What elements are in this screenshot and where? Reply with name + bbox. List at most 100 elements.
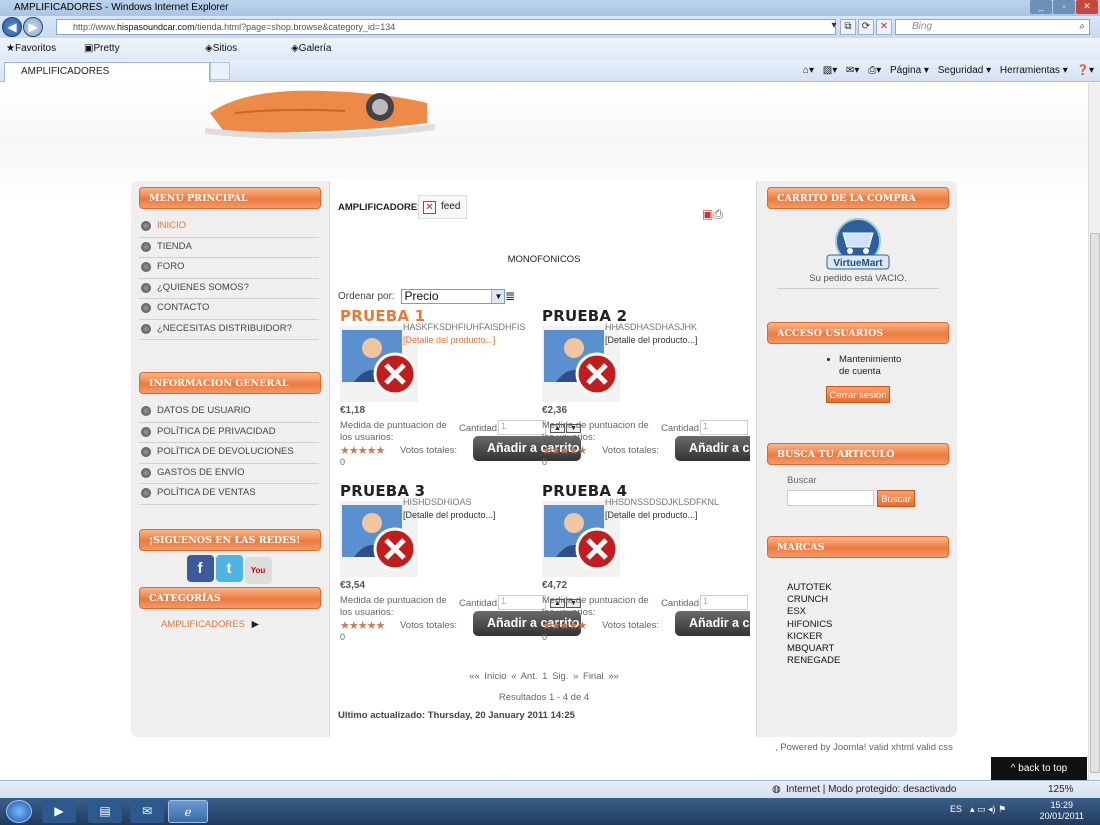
new-tab-button[interactable] [210, 62, 230, 80]
search-row: Buscar [787, 490, 949, 508]
pager-prev[interactable]: « Ant. [511, 671, 537, 682]
sort-direction-icon[interactable]: ≣ [505, 289, 515, 303]
search-icon[interactable]: ⌕ [1079, 20, 1085, 34]
outlook-icon[interactable]: ✉ [130, 800, 164, 823]
fav-link-webslice[interactable]: ◈ Galería de Web Slice ▾ [291, 38, 332, 120]
feeds-icon[interactable]: ▧▾ [823, 65, 837, 76]
forward-button[interactable]: ▶ [23, 17, 43, 37]
zoom-level[interactable]: 125% [1048, 781, 1074, 798]
start-button[interactable] [6, 800, 32, 823]
search-button[interactable]: Buscar [877, 490, 915, 507]
pdf-icon[interactable]: ▣ [702, 207, 713, 221]
ie-icon[interactable]: ℯ [168, 800, 208, 823]
product-detail-link[interactable]: [Detalle del producto...] [403, 335, 496, 345]
brand-item[interactable]: AUTOTEK [787, 582, 949, 594]
info-item-ventas[interactable]: POLÍTICA DE VENTAS [139, 484, 319, 505]
product-card: PRUEBA 2 HHASDHASDHASJHK [Detalle del pr… [542, 307, 750, 482]
menu-item-contacto[interactable]: CONTACTO [139, 299, 319, 320]
subcategory-link[interactable]: MONOFONICOS [330, 254, 758, 265]
add-to-cart-button[interactable]: Añadir a carrito [675, 611, 750, 636]
product-detail-link[interactable]: [Detalle del producto...] [605, 510, 698, 520]
brand-item[interactable]: CRUNCH [787, 594, 949, 606]
home-icon[interactable]: ⌂▾ [803, 65, 814, 76]
info-item-devoluciones[interactable]: POLÍTICA DE DEVOLUCIONES [139, 443, 319, 464]
pager-next[interactable]: Sig. » [552, 671, 578, 682]
mail-icon[interactable]: ✉▾ [846, 65, 859, 76]
menu-page[interactable]: Página ▾ [890, 65, 929, 76]
back-button[interactable]: ◀ [2, 17, 22, 37]
pager-first[interactable]: «« Inicio [469, 671, 506, 682]
media-player-icon[interactable]: ▶ [42, 800, 76, 823]
quantity-input[interactable]: 1 [498, 595, 546, 610]
menu-item-foro[interactable]: FORO [139, 258, 319, 279]
twitter-icon[interactable]: t [215, 554, 243, 582]
fav-link-pll[interactable]: ▣ Pretty Little Liars online @... [84, 38, 120, 142]
menu-item-tienda[interactable]: TIENDA [139, 238, 319, 258]
sort-select[interactable]: Precio ▼ [401, 289, 506, 304]
language-indicator[interactable]: ES [950, 804, 962, 814]
window-title: AMPLIFICADORES - Windows Internet Explor… [14, 2, 229, 13]
clock[interactable]: 15:29 20/01/2011 [1040, 800, 1084, 822]
brand-item[interactable]: KICKER [787, 631, 949, 643]
menu-item-distribuidor[interactable]: ¿NECESITAS DISTRIBUIDOR? [139, 320, 319, 340]
menu-security[interactable]: Seguridad ▾ [938, 65, 991, 76]
info-item-privacidad[interactable]: POLÍTICA DE PRIVACIDAD [139, 423, 319, 443]
minimize-button[interactable]: _ [1030, 0, 1052, 14]
tray-icons[interactable]: ▴ ▭ ◂) ⚑ [970, 804, 1006, 815]
right-sidebar: CARRITO DE LA COMPRA VirtueMart Su pedid… [767, 187, 949, 667]
cart-icon[interactable]: VirtueMart [823, 215, 893, 273]
address-bar[interactable]: http://www.hispasoundcar.com/tienda.html… [56, 19, 836, 35]
menu-tools[interactable]: Herramientas ▾ [1000, 65, 1068, 76]
product-search-input[interactable] [787, 490, 874, 506]
logout-button[interactable]: Cerrar sesión [826, 386, 890, 403]
quantity-input[interactable]: 1 [700, 420, 748, 435]
info-item-gastos-envio[interactable]: GASTOS DE ENVÍO [139, 464, 319, 484]
header-car-image [205, 90, 435, 139]
search-header: BUSCA TU ARTICULO [767, 443, 949, 465]
print-icon[interactable]: ⎙ [713, 207, 723, 221]
brand-item[interactable]: MBQUART [787, 643, 949, 655]
rating-stars-icon: ★★★★★ [542, 620, 587, 632]
category-item-amplificadores[interactable]: AMPLIFICADORES ▶ [161, 619, 321, 630]
search-box[interactable]: Bing ⌕ [895, 19, 1090, 35]
folder-icon[interactable]: ▤ [88, 800, 122, 823]
help-icon[interactable]: ❓▾ [1077, 65, 1094, 76]
rating-label: Medida de puntuacion de los usuarios: [542, 420, 649, 443]
fav-link-suggested[interactable]: ◈ Sitios sugeridos ▾ [205, 38, 256, 98]
maximize-button[interactable]: ▫ [1053, 0, 1075, 14]
account-link[interactable]: Mantenimiento de cuenta [839, 354, 909, 378]
page-viewport: MENU PRINCIPAL INICIO TIENDA FORO ¿QUIEN… [0, 83, 1088, 780]
brand-item[interactable]: RENEGADE [787, 655, 949, 667]
favorites-button[interactable]: ★ Favoritos [6, 38, 56, 60]
brand-item[interactable]: ESX [787, 606, 949, 618]
info-general-header: INFORMACION GENERAL [139, 372, 321, 394]
vertical-scrollbar[interactable] [1088, 83, 1100, 780]
product-detail-link[interactable]: [Detalle del producto...] [605, 335, 698, 345]
quantity-input[interactable]: 1 [700, 595, 748, 610]
category-title: AMPLIFICADORES [338, 202, 424, 213]
back-to-top-button[interactable]: ^ back to top [991, 757, 1087, 780]
print-icon[interactable]: ⎙▾ [868, 65, 881, 76]
brand-item[interactable]: HIFONICS [787, 619, 949, 631]
taskbar: ▶ ▤ ✉ ℯ ES ▴ ▭ ◂) ⚑ 15:29 20/01/2011 [0, 798, 1100, 825]
compatibility-icon[interactable]: ⧉ [840, 19, 856, 35]
product-detail-link[interactable]: [Detalle del producto...] [403, 510, 496, 520]
tab-amplificadores[interactable]: AMPLIFICADORES [4, 62, 210, 82]
menu-item-quienes-somos[interactable]: ¿QUIENES SOMOS? [139, 279, 319, 299]
quantity-input[interactable]: 1 [498, 420, 546, 435]
facebook-icon[interactable]: f [186, 554, 214, 582]
close-window-button[interactable]: ✕ [1076, 0, 1098, 14]
sort-label: Ordenar por: [338, 291, 395, 303]
feed-link[interactable]: ✕ feed [418, 195, 467, 219]
refresh-icon[interactable]: ⟳ [858, 19, 874, 35]
add-to-cart-button[interactable]: Añadir a carrito [675, 436, 750, 461]
pager-last[interactable]: Final »» [583, 671, 619, 682]
favorites-label: Favoritos [14, 43, 57, 54]
youtube-icon[interactable]: You [244, 556, 272, 584]
stop-icon[interactable]: ✕ [876, 19, 892, 35]
address-path: /tienda.html?page=shop.browse&category_i… [194, 22, 396, 32]
pager-page[interactable]: 1 [542, 671, 547, 682]
menu-item-inicio[interactable]: INICIO [139, 217, 319, 238]
scrollbar-thumb[interactable] [1090, 233, 1100, 773]
info-item-datos-usuario[interactable]: DATOS DE USUARIO [139, 402, 319, 423]
